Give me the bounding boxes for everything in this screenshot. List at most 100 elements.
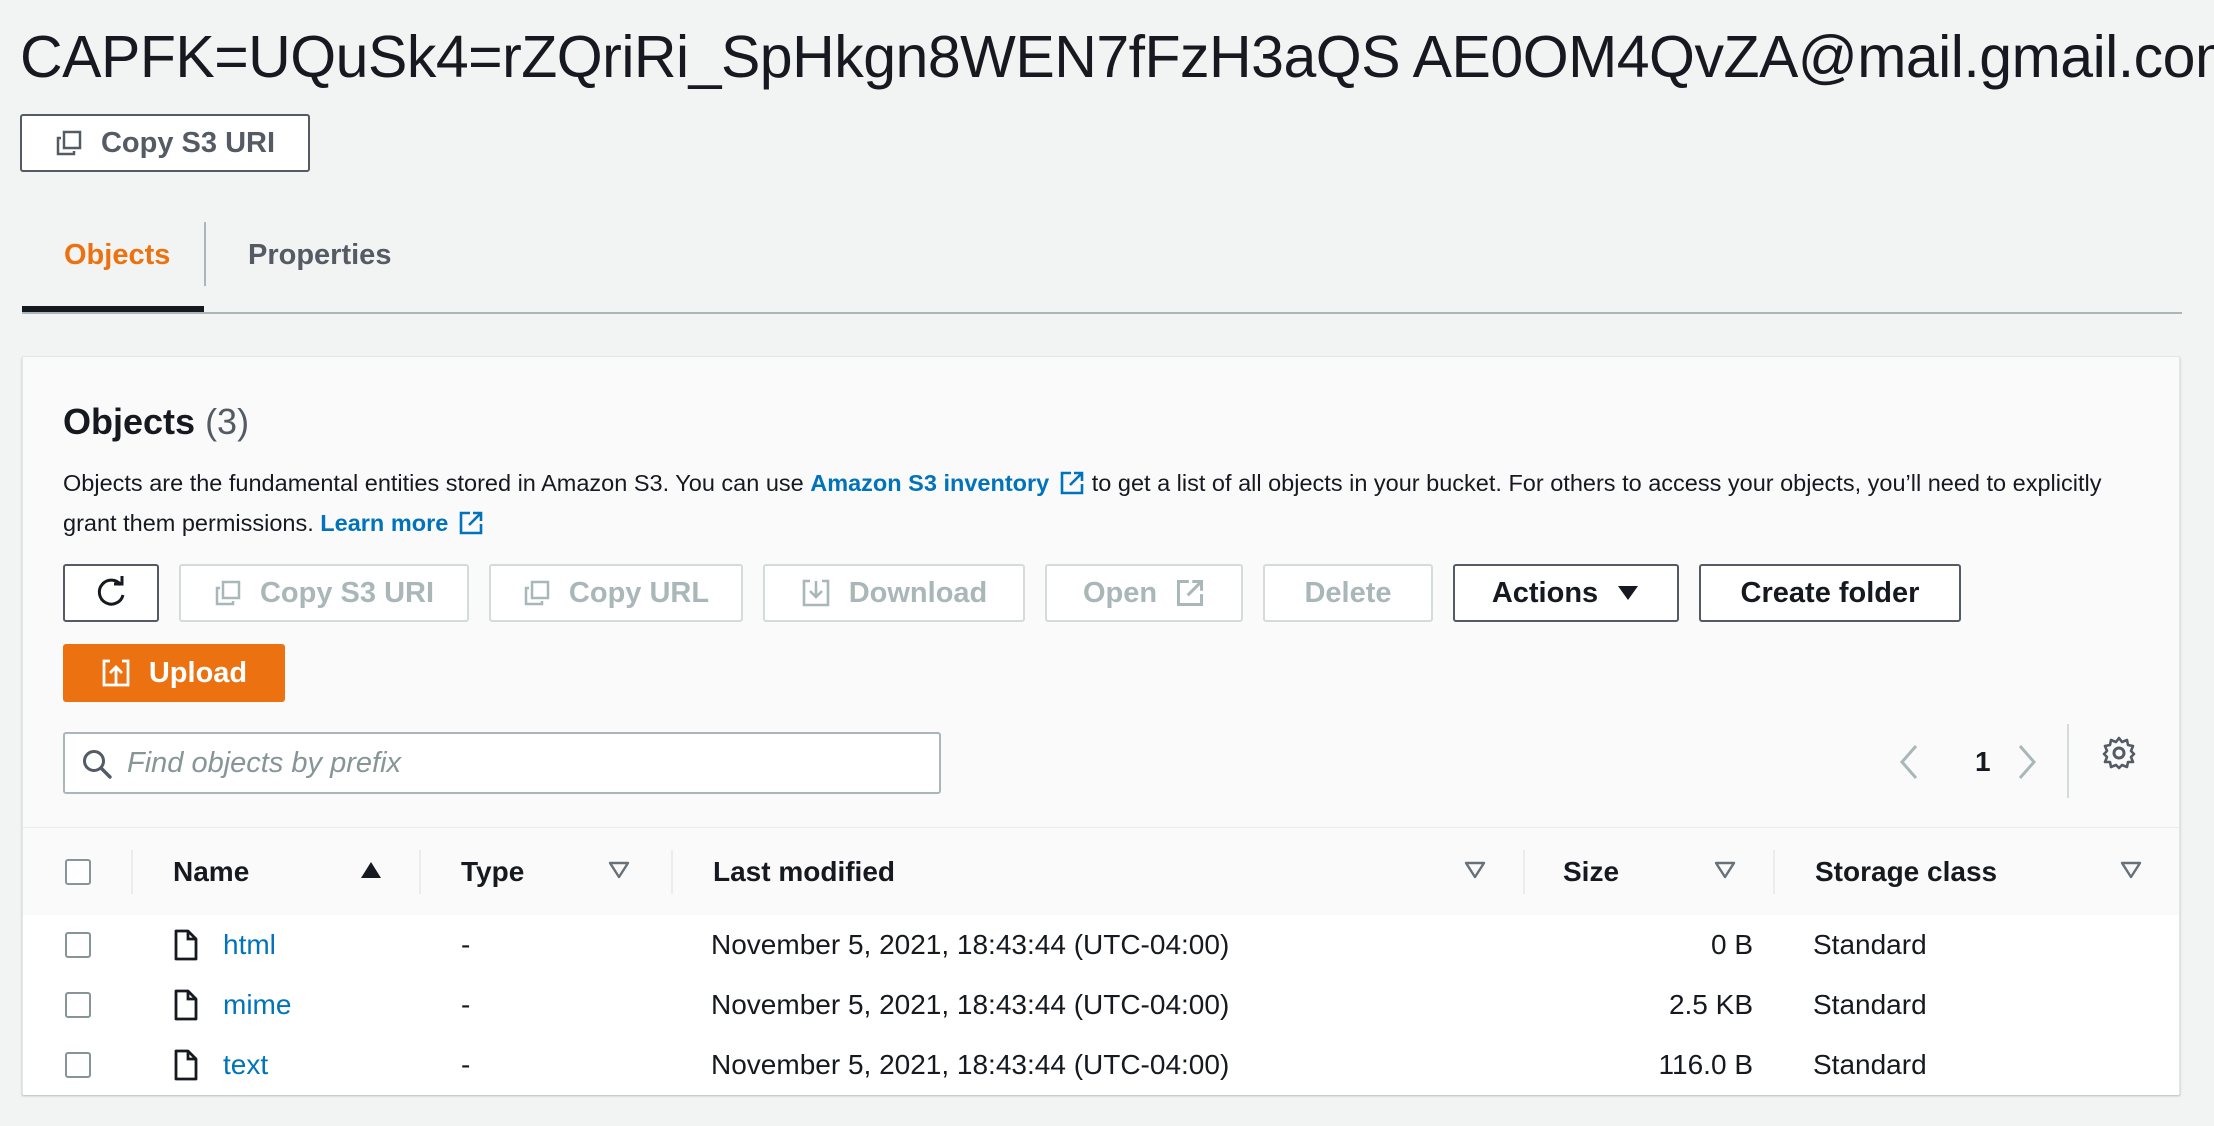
tab-divider bbox=[204, 222, 206, 286]
column-divider bbox=[671, 850, 673, 894]
select-all-checkbox[interactable] bbox=[65, 859, 91, 885]
column-divider bbox=[1523, 850, 1525, 894]
column-header-type-label: Type bbox=[461, 856, 525, 887]
file-icon bbox=[174, 1049, 198, 1081]
file-icon bbox=[174, 929, 198, 961]
object-name-link[interactable]: html bbox=[223, 915, 276, 975]
column-header-name[interactable]: Name bbox=[173, 828, 249, 916]
row-checkbox[interactable] bbox=[65, 1052, 91, 1078]
object-last-modified: November 5, 2021, 18:43:44 (UTC-04:00) bbox=[711, 1049, 1230, 1080]
object-storage-class: Standard bbox=[1813, 989, 1927, 1020]
chevron-left-icon[interactable] bbox=[1897, 742, 1921, 782]
column-divider bbox=[131, 850, 133, 894]
learn-more-link[interactable]: Learn more bbox=[320, 510, 484, 536]
sort-icon[interactable] bbox=[2119, 860, 2143, 880]
amazon-s3-inventory-link[interactable]: Amazon S3 inventory bbox=[810, 470, 1085, 496]
object-size: 2.5 KB bbox=[1668, 989, 1753, 1020]
copy-url-button[interactable]: Copy URL bbox=[489, 564, 743, 622]
file-icon bbox=[174, 989, 198, 1021]
tab-bar: Objects Properties bbox=[22, 200, 2182, 314]
objects-heading-label: Objects bbox=[63, 401, 196, 442]
upload-label: Upload bbox=[148, 656, 248, 689]
external-link-icon bbox=[459, 511, 483, 535]
copy-icon bbox=[524, 580, 550, 606]
column-header-type[interactable]: Type bbox=[461, 828, 524, 916]
objects-panel: Objects (3) Objects are the fundamental … bbox=[22, 356, 2180, 1095]
object-name-link[interactable]: mime bbox=[223, 975, 291, 1035]
chevron-right-icon[interactable] bbox=[2015, 742, 2039, 782]
objects-heading: Objects (3) bbox=[63, 401, 249, 443]
copy-s3-uri-button[interactable]: Copy S3 URI bbox=[20, 114, 310, 172]
object-name-link[interactable]: text bbox=[223, 1035, 268, 1095]
download-button[interactable]: Download bbox=[763, 564, 1025, 622]
copy-icon bbox=[215, 580, 241, 606]
tab-properties[interactable]: Properties bbox=[248, 200, 391, 310]
learn-more-link-label: Learn more bbox=[320, 510, 449, 536]
column-divider bbox=[419, 850, 421, 894]
object-type: - bbox=[461, 929, 471, 960]
column-header-storage-class[interactable]: Storage class bbox=[1815, 828, 1997, 916]
sort-icon[interactable] bbox=[1463, 860, 1487, 880]
sort-ascending-icon[interactable] bbox=[359, 860, 383, 880]
column-divider bbox=[1773, 850, 1775, 894]
column-header-last-modified[interactable]: Last modified bbox=[713, 828, 895, 916]
column-header-storage-class-label: Storage class bbox=[1815, 856, 1998, 887]
download-label: Download bbox=[848, 576, 988, 609]
search-box bbox=[63, 732, 941, 794]
copy-url-label: Copy URL bbox=[568, 576, 710, 609]
search-input[interactable] bbox=[127, 734, 917, 792]
copy-s3-uri-toolbar-button[interactable]: Copy S3 URI bbox=[179, 564, 469, 622]
object-size: 0 B bbox=[1710, 929, 1753, 960]
pagination: 1 bbox=[1975, 729, 1991, 795]
pagination-divider bbox=[2067, 724, 2069, 798]
object-storage-class: Standard bbox=[1813, 929, 1927, 960]
object-type: - bbox=[461, 989, 471, 1020]
delete-button[interactable]: Delete bbox=[1263, 564, 1433, 622]
refresh-button[interactable] bbox=[63, 564, 159, 622]
gear-icon[interactable] bbox=[2101, 735, 2137, 771]
search-icon bbox=[83, 750, 112, 779]
object-storage-class: Standard bbox=[1813, 1049, 1927, 1080]
column-header-last-modified-label: Last modified bbox=[713, 856, 896, 887]
object-size: 116.0 B bbox=[1658, 1049, 1753, 1080]
tab-objects-label: Objects bbox=[64, 238, 171, 271]
column-header-size[interactable]: Size bbox=[1563, 828, 1619, 916]
delete-label: Delete bbox=[1304, 576, 1392, 609]
table-header: Name Type Last modified Size Storage cla… bbox=[23, 827, 2179, 917]
objects-count: (3) bbox=[205, 401, 250, 442]
table-row: text - November 5, 2021, 18:43:44 (UTC-0… bbox=[23, 1035, 2179, 1095]
column-header-name-label: Name bbox=[173, 856, 250, 887]
copy-icon bbox=[56, 130, 82, 156]
object-type: - bbox=[461, 1049, 471, 1080]
refresh-icon bbox=[97, 576, 125, 606]
external-link-icon bbox=[1060, 471, 1084, 495]
download-icon bbox=[802, 579, 830, 607]
page-title: CAPFK=UQuSk4=rZQriRi_SpHkgn8WEN7fFzH3aQS… bbox=[20, 24, 2214, 90]
external-link-icon bbox=[1177, 579, 1204, 607]
upload-icon bbox=[102, 659, 130, 687]
row-checkbox[interactable] bbox=[65, 932, 91, 958]
objects-description: Objects are the fundamental entities sto… bbox=[63, 463, 2143, 543]
sort-icon[interactable] bbox=[1713, 860, 1737, 880]
column-header-size-label: Size bbox=[1563, 856, 1620, 887]
amazon-s3-inventory-link-label: Amazon S3 inventory bbox=[810, 470, 1050, 496]
upload-button[interactable]: Upload bbox=[63, 644, 285, 702]
copy-s3-uri-label: Copy S3 URI bbox=[100, 126, 276, 159]
description-text-1: Objects are the fundamental entities sto… bbox=[63, 470, 811, 496]
tab-properties-label: Properties bbox=[248, 238, 392, 271]
actions-dropdown[interactable]: Actions bbox=[1453, 564, 1679, 622]
open-button[interactable]: Open bbox=[1045, 564, 1243, 622]
tab-objects[interactable]: Objects bbox=[64, 200, 170, 310]
open-label: Open bbox=[1082, 576, 1158, 609]
active-tab-indicator bbox=[22, 306, 204, 312]
sort-icon[interactable] bbox=[607, 860, 631, 880]
table-row: mime - November 5, 2021, 18:43:44 (UTC-0… bbox=[23, 975, 2179, 1037]
copy-s3-uri-toolbar-label: Copy S3 URI bbox=[259, 576, 435, 609]
object-last-modified: November 5, 2021, 18:43:44 (UTC-04:00) bbox=[711, 989, 1230, 1020]
caret-down-icon bbox=[1618, 586, 1639, 600]
object-last-modified: November 5, 2021, 18:43:44 (UTC-04:00) bbox=[711, 929, 1230, 960]
create-folder-button[interactable]: Create folder bbox=[1699, 564, 1961, 622]
current-page-number[interactable]: 1 bbox=[1975, 746, 1991, 778]
row-checkbox[interactable] bbox=[65, 992, 91, 1018]
create-folder-label: Create folder bbox=[1740, 576, 1920, 609]
